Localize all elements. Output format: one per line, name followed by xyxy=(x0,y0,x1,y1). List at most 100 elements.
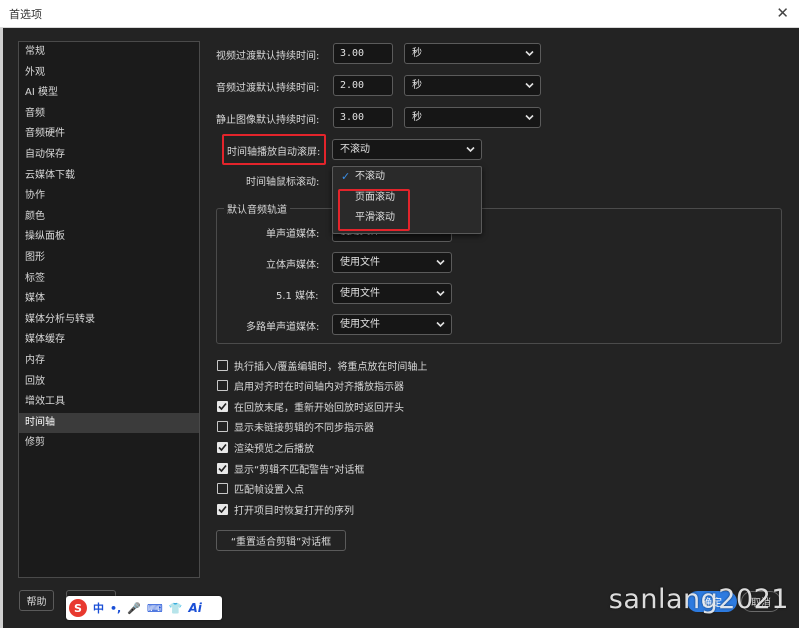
sidebar-item-audio[interactable]: 音频 xyxy=(19,104,199,125)
checkbox-return-to-start[interactable] xyxy=(217,400,228,412)
window-title: 首选项 xyxy=(9,7,42,21)
ime-punctuation-toggle[interactable]: •, xyxy=(110,602,121,615)
unit-value: 秒 xyxy=(412,112,422,123)
watermark: sanlang2021 xyxy=(608,584,789,615)
checkbox-out-of-sync[interactable] xyxy=(217,420,228,432)
checkbox-snap-playhead[interactable] xyxy=(217,379,228,391)
sidebar-item-media-cache[interactable]: 媒体缓存 xyxy=(19,330,199,351)
surround-media-value: 使用文件 xyxy=(340,288,380,299)
sidebar-item-auto-save[interactable]: 自动保存 xyxy=(19,145,199,166)
sidebar-item-general[interactable]: 常规 xyxy=(19,42,199,63)
dropdown-option-smooth-scroll[interactable]: 平滑滚动 xyxy=(333,208,481,229)
option-label: 不滚动 xyxy=(355,171,385,182)
multi-mono-media-value: 使用文件 xyxy=(340,319,380,330)
keyboard-icon[interactable]: ⌨ xyxy=(147,602,163,615)
sidebar-item-appearance[interactable]: 外观 xyxy=(19,63,199,84)
help-button[interactable]: 帮助 xyxy=(19,590,54,611)
option-label: 平滑滚动 xyxy=(355,212,395,223)
sidebar-item-graphics[interactable]: 图形 xyxy=(19,248,199,269)
video-transition-unit-select[interactable]: 秒 xyxy=(404,43,541,64)
checkbox-label: 显示“剪辑不匹配警告”对话框 xyxy=(234,464,365,476)
chevron-down-icon xyxy=(436,321,445,328)
sidebar-item-collaboration[interactable]: 协作 xyxy=(19,186,199,207)
sidebar-item-plugins[interactable]: 增效工具 xyxy=(19,392,199,413)
checkbox-label: 执行插入/覆盖编辑时，将重点放在时间轴上 xyxy=(234,361,428,373)
audio-transition-label: 音频过渡默认持续时间: xyxy=(216,83,320,94)
audio-transition-input[interactable]: 2.00 xyxy=(333,75,393,96)
title-bar: 首选项 ✕ xyxy=(0,0,799,28)
chevron-down-icon xyxy=(525,50,534,57)
checkbox-label: 显示未链接剪辑的不同步指示器 xyxy=(234,422,374,434)
sidebar-item-timeline[interactable]: 时间轴 xyxy=(19,412,199,434)
chevron-down-icon xyxy=(466,146,475,153)
checkbox-row[interactable]: 渲染预览之后播放 xyxy=(217,439,314,455)
sidebar-item-color[interactable]: 颜色 xyxy=(19,207,199,228)
checkmark-icon: ✓ xyxy=(341,170,351,183)
sidebar-item-memory[interactable]: 内存 xyxy=(19,351,199,372)
checkbox-row[interactable]: 在回放末尾，重新开始回放时返回开头 xyxy=(217,398,404,414)
unit-value: 秒 xyxy=(412,48,422,59)
default-audio-tracks-title: 默认音频轨道 xyxy=(224,201,290,216)
ime-toolbar: S 中 •, 🎤 ⌨ 👕 Ai xyxy=(66,596,222,620)
sidebar-item-playback[interactable]: 回放 xyxy=(19,372,199,393)
chevron-down-icon xyxy=(436,259,445,266)
sidebar-category-list: 常规 外观 AI 模型 音频 音频硬件 自动保存 云媒体下载 协作 颜色 操纵面… xyxy=(18,41,200,578)
sidebar-item-trim[interactable]: 修剪 xyxy=(19,433,199,454)
surround-media-select[interactable]: 使用文件 xyxy=(332,283,452,304)
dropdown-option-no-scroll[interactable]: ✓ 不滚动 xyxy=(333,167,481,188)
surround-media-label: 5.1 媒体: xyxy=(276,291,319,302)
checkbox-play-after-render[interactable] xyxy=(217,441,228,453)
video-transition-input[interactable]: 3.00 xyxy=(333,43,393,64)
autoscroll-select[interactable]: 不滚动 xyxy=(332,139,482,160)
sidebar-item-media[interactable]: 媒体 xyxy=(19,289,199,310)
video-transition-label: 视频过渡默认持续时间: xyxy=(216,51,320,62)
checkbox-label: 启用对齐时在时间轴内对齐播放指示器 xyxy=(234,381,404,393)
audio-transition-unit-select[interactable]: 秒 xyxy=(404,75,541,96)
checkbox-focus-timeline[interactable] xyxy=(217,359,228,371)
checkbox-label: 打开项目时恢复打开的序列 xyxy=(234,505,354,517)
checkbox-row[interactable]: 匹配帧设置入点 xyxy=(217,480,304,496)
checkbox-row[interactable]: 显示“剪辑不匹配警告”对话框 xyxy=(217,460,364,476)
still-image-unit-select[interactable]: 秒 xyxy=(404,107,541,128)
ime-chinese-mode[interactable]: 中 xyxy=(93,600,104,616)
checkbox-match-frame-in-point[interactable] xyxy=(217,482,228,494)
stereo-media-label: 立体声媒体: xyxy=(266,260,320,271)
skin-icon[interactable]: 👕 xyxy=(169,602,183,615)
stereo-media-select[interactable]: 使用文件 xyxy=(332,252,452,273)
autoscroll-dropdown-menu: ✓ 不滚动 页面滚动 平滑滚动 xyxy=(332,166,482,234)
checkbox-label: 在回放末尾，重新开始回放时返回开头 xyxy=(234,402,404,414)
checkbox-label: 渲染预览之后播放 xyxy=(234,443,314,455)
sidebar-item-media-analysis[interactable]: 媒体分析与转录 xyxy=(19,310,199,331)
multi-mono-media-label: 多路单声道媒体: xyxy=(246,322,320,333)
chevron-down-icon xyxy=(436,290,445,297)
autoscroll-value: 不滚动 xyxy=(340,144,370,155)
sidebar-item-labels[interactable]: 标签 xyxy=(19,269,199,290)
close-icon[interactable]: ✕ xyxy=(776,4,789,22)
checkbox-clip-mismatch-warning[interactable] xyxy=(217,462,228,474)
multi-mono-media-select[interactable]: 使用文件 xyxy=(332,314,452,335)
sidebar-item-control-surface[interactable]: 操纵面板 xyxy=(19,227,199,248)
checkbox-row[interactable]: 打开项目时恢复打开的序列 xyxy=(217,501,354,517)
sogou-logo-icon[interactable]: S xyxy=(69,599,87,617)
mono-media-label: 单声道媒体: xyxy=(266,229,320,240)
checkbox-restore-sequences[interactable] xyxy=(217,503,228,515)
sidebar-item-audio-hardware[interactable]: 音频硬件 xyxy=(19,124,199,145)
checkbox-label: 匹配帧设置入点 xyxy=(234,484,304,496)
checkbox-row[interactable]: 执行插入/覆盖编辑时，将重点放在时间轴上 xyxy=(217,357,427,373)
reset-fit-clip-dialog-button[interactable]: “重置适合剪辑”对话框 xyxy=(216,530,346,551)
dropdown-option-page-scroll[interactable]: 页面滚动 xyxy=(333,188,481,209)
window-edge xyxy=(0,28,3,628)
checkbox-row[interactable]: 启用对齐时在时间轴内对齐播放指示器 xyxy=(217,377,404,393)
chevron-down-icon xyxy=(525,82,534,89)
stereo-media-value: 使用文件 xyxy=(340,257,380,268)
mouse-scroll-label: 时间轴鼠标滚动: xyxy=(246,177,320,188)
ime-ai-button[interactable]: Ai xyxy=(189,601,202,615)
sidebar-item-cloud-media-download[interactable]: 云媒体下载 xyxy=(19,166,199,187)
chevron-down-icon xyxy=(525,114,534,121)
still-image-input[interactable]: 3.00 xyxy=(333,107,393,128)
sidebar-item-ai-models[interactable]: AI 模型 xyxy=(19,83,199,104)
unit-value: 秒 xyxy=(412,80,422,91)
option-label: 页面滚动 xyxy=(355,191,395,203)
microphone-icon[interactable]: 🎤 xyxy=(127,602,141,615)
checkbox-row[interactable]: 显示未链接剪辑的不同步指示器 xyxy=(217,418,374,434)
